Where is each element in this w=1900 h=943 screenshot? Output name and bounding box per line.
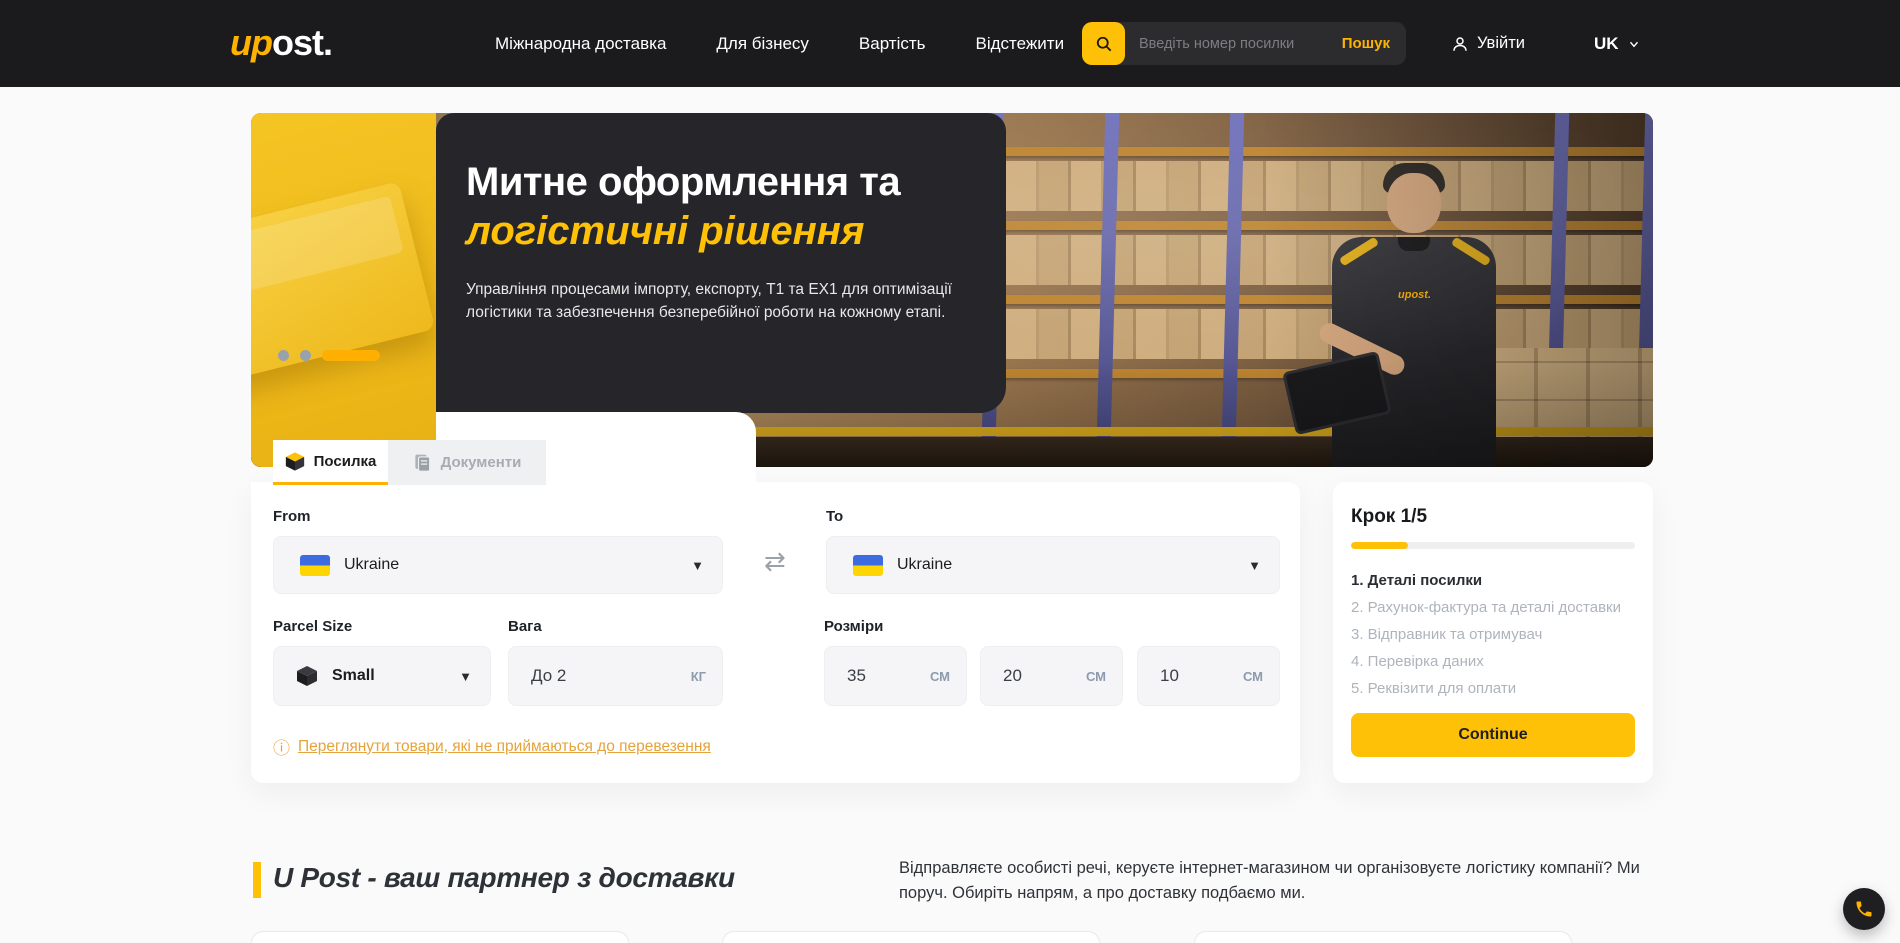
to-country-value: Ukraine — [897, 556, 952, 574]
carousel-dot-1[interactable] — [278, 350, 289, 361]
tab-documents[interactable]: Документи — [388, 440, 546, 485]
header: upost. Міжнародна доставка Для бізнесу В… — [0, 0, 1900, 87]
logo[interactable]: upost. — [230, 22, 332, 64]
shipment-form-card: From Ukraine ▼ ⇄ To Ukraine ▼ Parcel Siz… — [251, 482, 1300, 783]
logo-accent: up — [230, 22, 272, 63]
step-item-5: 5. Реквізити для оплати — [1351, 675, 1635, 702]
tracking-number-input[interactable] — [1125, 36, 1342, 52]
dimension-unit: см — [1243, 669, 1263, 684]
direction-card-preview — [722, 931, 1100, 943]
carousel-dot-active[interactable] — [322, 350, 380, 361]
from-country-select[interactable]: Ukraine ▼ — [273, 536, 723, 594]
direction-card-preview — [1194, 931, 1572, 943]
intro-heading: U Post - ваш партнер з доставки — [273, 862, 735, 894]
tracking-search: Пошук — [1082, 22, 1406, 65]
dimension-width-input[interactable] — [981, 666, 1059, 686]
to-country-select[interactable]: Ukraine ▼ — [826, 536, 1280, 594]
dimensions-label: Розміри — [824, 618, 883, 635]
checkout-steps-card: Крок 1/5 1. Деталі посилки 2. Рахунок-фа… — [1333, 482, 1653, 783]
hero-yellow-strip — [251, 113, 436, 467]
parcel-size-box-icon — [296, 666, 318, 686]
tab-parcel[interactable]: Посилка — [273, 440, 388, 485]
ukraine-flag-icon — [300, 555, 330, 576]
dimension-length-input[interactable] — [825, 666, 903, 686]
dimension-length-field: см — [824, 646, 967, 706]
search-icon — [1094, 34, 1114, 54]
direction-card-preview — [251, 931, 629, 943]
from-label: From — [273, 508, 311, 525]
heading-accent-bar — [253, 862, 261, 898]
logo-rest: ost. — [272, 22, 332, 63]
step-item-4: 4. Перевірка даних — [1351, 648, 1635, 675]
nav-item-for-business[interactable]: Для бізнесу — [716, 34, 809, 54]
dimension-unit: см — [930, 669, 950, 684]
info-icon: ⓘ — [273, 734, 290, 759]
hero-copy-panel: Митне оформлення та логістичні рішення У… — [436, 113, 1006, 413]
chevron-down-icon — [1627, 37, 1641, 51]
steps-list: 1. Деталі посилки 2. Рахунок-фактура та … — [1351, 567, 1635, 702]
weight-label: Вага — [508, 618, 542, 635]
carousel-dot-2[interactable] — [300, 350, 311, 361]
parcel-box-icon — [285, 452, 305, 471]
shipment-type-tabs: Посилка Документи — [273, 440, 546, 485]
user-icon — [1451, 35, 1469, 53]
dimension-height-input[interactable] — [1138, 666, 1216, 686]
search-submit-label[interactable]: Пошук — [1342, 35, 1406, 52]
page: upost. Міжнародна доставка Для бізнесу В… — [0, 0, 1900, 939]
steps-title: Крок 1/5 — [1351, 506, 1635, 528]
step-item-2: 2. Рахунок-фактура та деталі доставки — [1351, 594, 1635, 621]
weight-input[interactable] — [509, 666, 658, 686]
phone-icon — [1854, 899, 1874, 919]
step-item-3: 3. Відправник та отримувач — [1351, 621, 1635, 648]
weight-unit: кг — [691, 669, 706, 684]
login-label: Увійти — [1477, 34, 1525, 53]
language-selector[interactable]: UK — [1594, 0, 1641, 87]
weight-field: кг — [508, 646, 723, 706]
caret-down-icon: ▼ — [459, 669, 472, 684]
steps-progress-bar — [1351, 542, 1635, 549]
main-nav: Міжнародна доставка Для бізнесу Вартість… — [495, 0, 1064, 87]
tab-documents-label: Документи — [441, 454, 522, 471]
dimension-width-field: см — [980, 646, 1123, 706]
restricted-goods-link-text: Переглянути товари, які не приймаються д… — [298, 738, 711, 756]
to-label: To — [826, 508, 843, 525]
ukraine-flag-icon — [853, 555, 883, 576]
caret-down-icon: ▼ — [691, 558, 704, 573]
parcel-size-value: Small — [332, 667, 375, 685]
nav-item-track[interactable]: Відстежити — [976, 34, 1065, 54]
steps-progress-fill — [1351, 542, 1408, 549]
parcel-size-select[interactable]: Small ▼ — [273, 646, 491, 706]
nav-item-pricing[interactable]: Вартість — [859, 34, 926, 54]
restricted-goods-link[interactable]: ⓘ Переглянути товари, які не приймаються… — [273, 734, 711, 759]
tab-parcel-label: Посилка — [314, 453, 377, 470]
swap-directions-icon[interactable]: ⇄ — [764, 546, 786, 577]
carousel-indicators — [278, 350, 380, 361]
dimension-height-field: см — [1137, 646, 1280, 706]
login-button[interactable]: Увійти — [1451, 0, 1525, 87]
hero-title-line2: логістичні рішення — [466, 208, 970, 254]
documents-icon — [413, 453, 432, 472]
call-fab-button[interactable] — [1843, 888, 1885, 930]
language-label: UK — [1594, 34, 1619, 54]
continue-button[interactable]: Continue — [1351, 713, 1635, 757]
search-button[interactable] — [1082, 22, 1125, 65]
intro-description: Відправляєте особисті речі, керуєте інте… — [899, 856, 1655, 906]
step-item-1: 1. Деталі посилки — [1351, 567, 1635, 594]
from-country-value: Ukraine — [344, 556, 399, 574]
nav-item-international-delivery[interactable]: Міжнародна доставка — [495, 34, 666, 54]
hero-description: Управління процесами імпорту, експорту, … — [466, 278, 970, 324]
parcel-size-label: Parcel Size — [273, 618, 352, 635]
dimension-unit: см — [1086, 669, 1106, 684]
caret-down-icon: ▼ — [1248, 558, 1261, 573]
hero-title-line1: Митне оформлення та — [466, 159, 970, 205]
